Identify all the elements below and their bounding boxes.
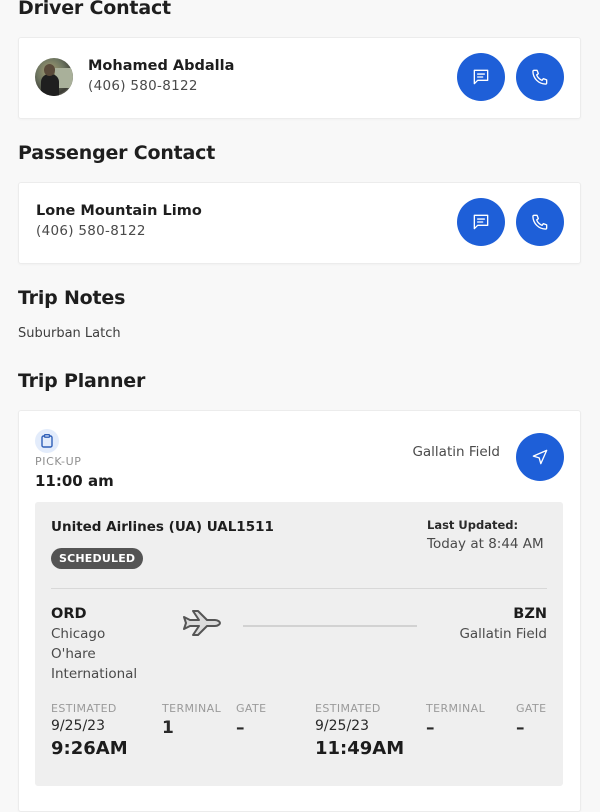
route-line: [243, 625, 417, 627]
driver-call-button[interactable]: [516, 53, 564, 101]
destination-estimated-date: 9/25/23: [315, 718, 369, 734]
pickup-icon-badge: [35, 429, 59, 453]
origin-place-line-1: Chicago: [51, 626, 106, 642]
passenger-name: Lone Mountain Limo: [36, 203, 202, 219]
clipboard-icon: [41, 434, 53, 448]
origin-estimated-time: 9:26AM: [51, 738, 128, 759]
navigate-button[interactable]: [516, 433, 564, 481]
message-icon: [473, 69, 489, 85]
trip-planner-card: PICK-UP 11:00 am Gallatin Field United A…: [18, 410, 581, 812]
last-updated-label: Last Updated:: [427, 518, 519, 532]
origin-terminal-value: 1: [162, 718, 174, 738]
flight-status-panel: United Airlines (UA) UAL1511 SCHEDULED L…: [35, 502, 563, 786]
origin-gate-value: –: [236, 718, 245, 738]
message-icon: [473, 214, 489, 230]
destination-terminal-label: TERMINAL: [426, 702, 486, 715]
destination-code: BZN: [513, 606, 547, 622]
destination-gate-label: GATE: [516, 702, 547, 715]
pickup-location: Gallatin Field: [412, 444, 500, 460]
origin-place-line-3: International: [51, 666, 138, 682]
passenger-contact-card: Lone Mountain Limo (406) 580-8122: [18, 182, 581, 264]
driver-contact-card: Mohamed Abdalla (406) 580-8122: [18, 37, 581, 119]
origin-gate-label: GATE: [236, 702, 267, 715]
passenger-phone: (406) 580-8122: [36, 223, 146, 239]
flight-status-badge: SCHEDULED: [51, 548, 144, 569]
passenger-call-button[interactable]: [516, 198, 564, 246]
destination-estimated-label: ESTIMATED: [315, 702, 381, 715]
passenger-message-button[interactable]: [457, 198, 505, 246]
origin-code: ORD: [51, 606, 87, 622]
driver-phone: (406) 580-8122: [88, 78, 198, 94]
origin-estimated-date: 9/25/23: [51, 718, 105, 734]
flight-airline: United Airlines (UA) UAL1511: [51, 519, 274, 535]
trip-planner-title: Trip Planner: [18, 370, 146, 392]
phone-icon: [532, 214, 548, 230]
origin-place-line-2: O'hare: [51, 646, 96, 662]
pickup-label: PICK-UP: [35, 455, 82, 468]
pickup-time: 11:00 am: [35, 472, 114, 490]
driver-avatar: [35, 58, 73, 96]
destination-gate-value: –: [516, 718, 525, 738]
passenger-contact-title: Passenger Contact: [18, 142, 216, 164]
phone-icon: [532, 69, 548, 85]
flight-divider: [51, 588, 547, 589]
driver-name: Mohamed Abdalla: [88, 58, 235, 74]
origin-terminal-label: TERMINAL: [162, 702, 222, 715]
driver-contact-title: Driver Contact: [18, 0, 171, 19]
destination-place: Gallatin Field: [459, 626, 547, 642]
navigation-arrow-icon: [532, 449, 548, 465]
trip-notes-text: Suburban Latch: [18, 326, 121, 341]
trip-notes-title: Trip Notes: [18, 287, 126, 309]
airplane-icon: [183, 610, 221, 636]
destination-estimated-time: 11:49AM: [315, 738, 405, 759]
last-updated-value: Today at 8:44 AM: [427, 536, 544, 552]
origin-estimated-label: ESTIMATED: [51, 702, 117, 715]
driver-message-button[interactable]: [457, 53, 505, 101]
destination-terminal-value: –: [426, 718, 435, 738]
